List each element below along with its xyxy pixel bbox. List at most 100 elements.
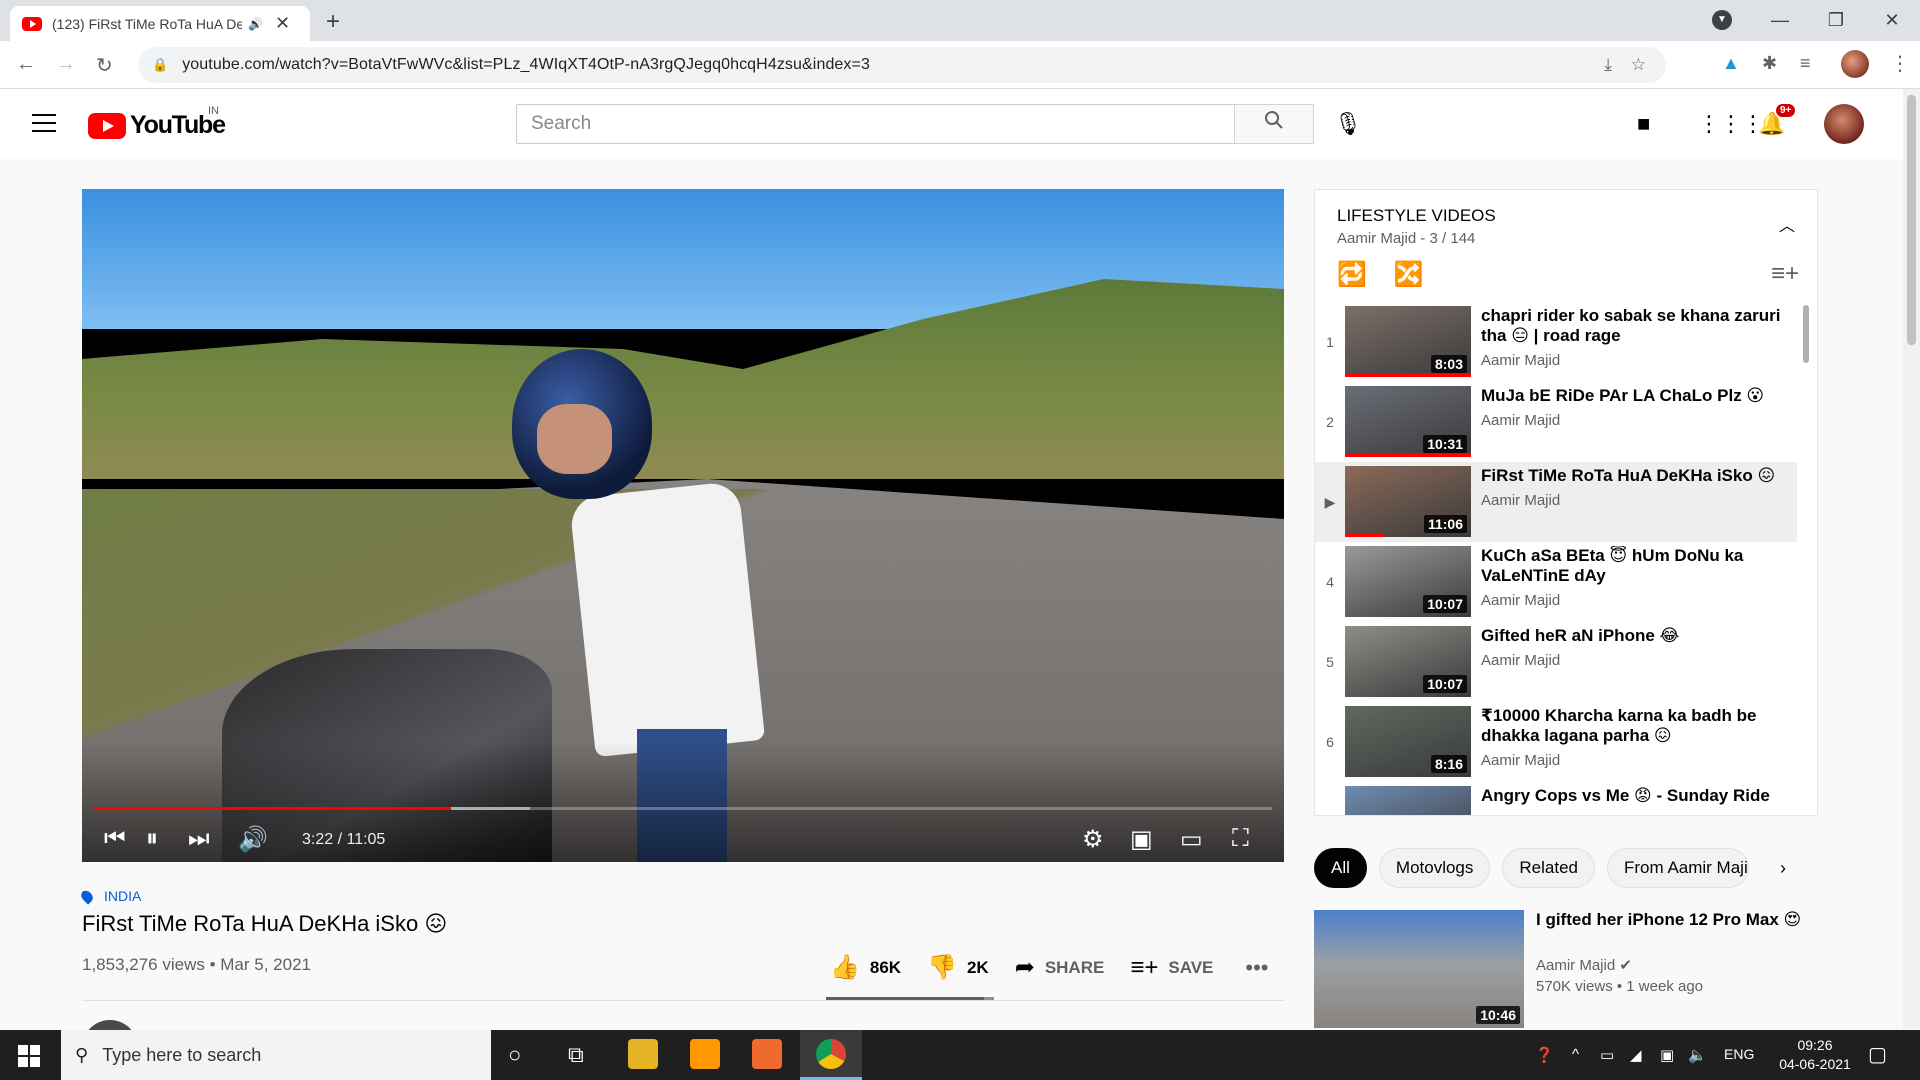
playlist-item-title[interactable]: FiRst TiMe RoTa HuA DeKHa iSko 😖 xyxy=(1481,466,1781,486)
recommended-thumbnail[interactable]: 10:46 xyxy=(1314,910,1524,1028)
browser-menu-icon[interactable]: ⋮ xyxy=(1890,51,1910,76)
bookmark-star-icon[interactable]: ☆ xyxy=(1631,55,1646,74)
more-actions-icon[interactable]: ••• xyxy=(1245,955,1268,981)
recommended-title[interactable]: I gifted her iPhone 12 Pro Max 😍 xyxy=(1536,910,1806,930)
fullscreen-icon[interactable]: ⛶ xyxy=(1232,825,1249,853)
close-tab-icon[interactable]: ✕ xyxy=(275,13,290,34)
back-icon[interactable]: ← xyxy=(16,53,36,76)
help-icon[interactable]: ❓ xyxy=(1535,1046,1554,1064)
guide-menu-icon[interactable] xyxy=(32,114,56,132)
chevron-right-icon[interactable]: › xyxy=(1780,858,1786,879)
reload-icon[interactable]: ↻ xyxy=(96,53,113,78)
miniplayer-icon[interactable]: ▣ xyxy=(1130,825,1153,854)
playlist-item-thumbnail[interactable]: 8:16 xyxy=(1345,706,1471,777)
playlist-item-title[interactable]: ₹10000 Kharcha karna ka badh be dhakka l… xyxy=(1481,706,1781,746)
video-actions: 👍 86K 👎 2K ➦ SHARE ≡+ SAVE ••• xyxy=(830,953,1269,982)
collapse-chevron-up-icon[interactable]: ︿ xyxy=(1779,212,1795,236)
voice-search-mic-icon[interactable]: 🎙 xyxy=(1334,111,1362,137)
xampp-icon[interactable] xyxy=(752,1039,782,1069)
minimize-icon[interactable]: — xyxy=(1752,10,1808,31)
theater-mode-icon[interactable]: ▭ xyxy=(1180,825,1203,854)
playlist-scrollbar[interactable] xyxy=(1803,305,1809,363)
pause-icon[interactable]: ⏸ xyxy=(146,825,158,853)
chip-motovlogs[interactable]: Motovlogs xyxy=(1378,848,1491,888)
recommended-channel[interactable]: Aamir Majid ✔ xyxy=(1536,956,1632,974)
playlist-item-index: 4 xyxy=(1326,574,1334,590)
playlist-item-title[interactable]: chapri rider ko sabak se khana zaruri th… xyxy=(1481,306,1781,346)
playlist-item-title[interactable]: MuJa bE RiDe PAr LA ChaLo Plz 😮 xyxy=(1481,386,1781,406)
volume-icon[interactable]: 🔊 xyxy=(238,825,268,854)
playlist-item-thumbnail[interactable]: 10:07 xyxy=(1345,626,1471,697)
sublime-text-icon[interactable] xyxy=(690,1039,720,1069)
playlist-title[interactable]: LIFESTYLE VIDEOS xyxy=(1337,206,1496,226)
previous-icon[interactable]: ⏮ xyxy=(104,825,126,853)
share-button[interactable]: ➦ SHARE xyxy=(1015,953,1105,982)
like-button[interactable]: 👍 86K xyxy=(830,953,901,982)
taskbar-search-input[interactable]: ⚲ Type here to search xyxy=(61,1030,491,1080)
location-link[interactable]: INDIA xyxy=(78,887,141,905)
seek-bar[interactable] xyxy=(94,807,1272,810)
action-center-icon[interactable]: ▢ xyxy=(1868,1042,1887,1067)
chrome-taskbar-button[interactable] xyxy=(800,1030,862,1080)
new-tab-icon[interactable]: + xyxy=(326,8,340,36)
youtube-logo[interactable]: YouTube IN xyxy=(88,105,226,140)
dislike-button[interactable]: 👎 2K xyxy=(927,953,989,982)
browser-profile-avatar[interactable] xyxy=(1841,50,1869,78)
playlist-item-thumbnail[interactable]: 11:06 xyxy=(1345,466,1471,537)
close-window-icon[interactable]: ✕ xyxy=(1864,10,1920,31)
save-playlist-icon[interactable]: ≡+ xyxy=(1771,260,1799,288)
media-control-icon[interactable]: ≡ xyxy=(1800,53,1811,74)
extension-icon[interactable]: ▲ xyxy=(1722,53,1740,74)
next-icon[interactable]: ⏭ xyxy=(188,825,210,853)
search-input[interactable]: Search xyxy=(516,104,1235,144)
playlist-item-title[interactable]: Angry Cops vs Me 😡 - Sunday Ride xyxy=(1481,786,1781,806)
playlist-item[interactable]: 2 10:31 MuJa bE RiDe PAr LA ChaLo Plz 😮 Aam… xyxy=(1315,382,1817,462)
shuffle-icon[interactable]: 🔀 xyxy=(1394,261,1424,288)
playlist-item-thumbnail[interactable] xyxy=(1345,786,1471,815)
address-bar[interactable]: 🔒 youtube.com/watch?v=BotaVtFwWVc&list=P… xyxy=(138,47,1666,83)
language-indicator[interactable]: ENG xyxy=(1724,1046,1754,1062)
playlist-item-title[interactable]: KuCh aSa BEta 😇 hUm DoNu ka VaLeNTinE dA… xyxy=(1481,546,1781,586)
playlist-item-thumbnail[interactable]: 10:31 xyxy=(1345,386,1471,457)
video-player[interactable]: ⏮ ⏸ ⏭ 🔊 3:22 / 11:05 ⚙ ▣ ▭ ⛶ xyxy=(82,189,1284,862)
taskbar-clock[interactable]: 09:26 04-06-2021 xyxy=(1770,1036,1860,1074)
playlist-item[interactable]: Angry Cops vs Me 😡 - Sunday Ride xyxy=(1315,782,1817,815)
playlist-item[interactable]: 1 8:03 chapri rider ko sabak se khana zaru… xyxy=(1315,302,1817,382)
cortana-circle-icon[interactable]: ○ xyxy=(508,1042,521,1068)
task-view-icon[interactable]: ⧉ xyxy=(568,1042,584,1068)
apps-grid-icon[interactable]: ⋮⋮⋮ xyxy=(1698,111,1764,137)
speaker-icon[interactable]: 🔈 xyxy=(1688,1046,1707,1064)
create-video-icon[interactable]: ■ xyxy=(1637,111,1650,137)
chip-related[interactable]: Related xyxy=(1502,848,1595,888)
audio-playing-icon[interactable]: 🔊 xyxy=(248,17,263,31)
account-avatar[interactable] xyxy=(1824,104,1864,144)
forward-icon[interactable]: → xyxy=(56,53,76,76)
file-explorer-icon[interactable] xyxy=(628,1039,658,1069)
playlist-item-thumbnail[interactable]: 10:07 xyxy=(1345,546,1471,617)
battery-icon[interactable]: ▭ xyxy=(1600,1046,1614,1064)
wifi-icon[interactable]: ◢ xyxy=(1630,1046,1642,1064)
chip-all[interactable]: All xyxy=(1314,848,1367,888)
save-button[interactable]: ≡+ SAVE xyxy=(1130,954,1213,982)
chip-from-channel[interactable]: From Aamir Majid xyxy=(1607,848,1749,888)
restore-icon[interactable]: ❐ xyxy=(1808,10,1864,31)
playlist-item[interactable]: 6 8:16 ₹10000 Kharcha karna ka badh be dha… xyxy=(1315,702,1817,782)
install-icon[interactable]: ⤓ xyxy=(1604,55,1612,74)
playlist-item[interactable]: ▶ 11:06 FiRst TiMe RoTa HuA DeKHa iSko 😖 Aa… xyxy=(1315,462,1797,542)
extensions-puzzle-icon[interactable]: ✱ xyxy=(1762,53,1777,74)
recommended-video[interactable]: 10:46 I gifted her iPhone 12 Pro Max 😍 A… xyxy=(1314,910,1818,1028)
loop-icon[interactable]: 🔁 xyxy=(1337,261,1367,288)
playlist-item-thumbnail[interactable]: 8:03 xyxy=(1345,306,1471,377)
playlist-item[interactable]: 5 10:07 Gifted heR aN iPhone 😂 Aamir Majid xyxy=(1315,622,1817,702)
page-scrollbar[interactable] xyxy=(1903,89,1920,1029)
playlist-item[interactable]: 4 10:07 KuCh aSa BEta 😇 hUm DoNu ka VaLeNT… xyxy=(1315,542,1817,622)
lock-icon[interactable]: 🔒 xyxy=(152,57,168,73)
search-button[interactable] xyxy=(1234,104,1314,144)
tab-search-icon[interactable]: ▼ xyxy=(1712,10,1732,30)
network-icon[interactable]: ▣ xyxy=(1660,1046,1674,1064)
settings-gear-icon[interactable]: ⚙ xyxy=(1082,825,1104,854)
playlist-item-title[interactable]: Gifted heR aN iPhone 😂 xyxy=(1481,626,1781,646)
tray-chevron-up-icon[interactable]: ^ xyxy=(1572,1046,1579,1063)
browser-tab[interactable]: (123) FiRst TiMe RoTa HuA DeKHa iSko 🔊 ✕ xyxy=(10,6,310,41)
windows-start-icon[interactable] xyxy=(18,1045,40,1067)
